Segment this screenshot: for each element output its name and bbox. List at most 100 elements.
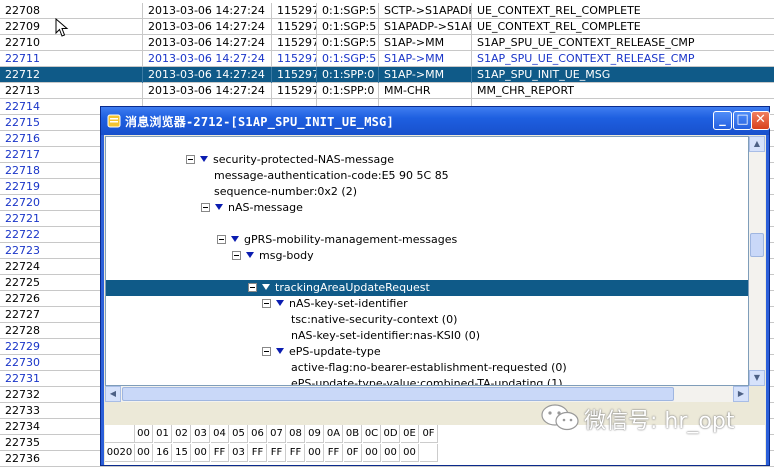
collapse-toggle-icon[interactable] bbox=[201, 203, 210, 212]
hex-column-header: 07 bbox=[268, 425, 286, 443]
table-cell-msg: MM_CHR_REPORT bbox=[477, 84, 575, 97]
tree-leaf-ksi-value[interactable]: nAS-key-set-identifier:nas-KSI0 (0) bbox=[291, 328, 480, 344]
hex-byte-cell[interactable]: 15 bbox=[173, 444, 191, 462]
hex-byte-cell[interactable]: FF bbox=[325, 444, 343, 462]
tree-node-gprs[interactable]: gPRS-mobility-management-messages bbox=[217, 232, 457, 248]
table-cell-msg: UE_CONTEXT_REL_COMPLETE bbox=[477, 20, 641, 33]
hex-column-header: 01 bbox=[154, 425, 172, 443]
tree-leaf-mac[interactable]: message-authentication-code:E5 90 5C 85 bbox=[214, 168, 449, 184]
hex-byte-cell[interactable]: 00 bbox=[401, 444, 419, 462]
table-cell-time: 2013-03-06 14:27:24 bbox=[143, 51, 272, 67]
table-cell-port: 0:1:SGP:5 bbox=[317, 51, 379, 67]
collapse-toggle-icon[interactable] bbox=[217, 235, 226, 244]
hex-byte-cell[interactable]: FF bbox=[211, 444, 229, 462]
hex-column-header: 0B bbox=[344, 425, 362, 443]
table-cell-msg: UE_CONTEXT_REL_COMPLETE bbox=[477, 4, 641, 17]
hex-column-header: 0C bbox=[363, 425, 381, 443]
tree-node-label: security-protected-NAS-message bbox=[213, 153, 394, 166]
table-cell-id: 22713 bbox=[0, 83, 143, 99]
table-cell-id: 22708 bbox=[0, 3, 143, 19]
expanded-arrow-icon bbox=[246, 252, 254, 258]
hex-column-header: 02 bbox=[173, 425, 191, 443]
table-cell-dir: S1AP->MM bbox=[379, 51, 472, 67]
close-button[interactable]: ✕ bbox=[751, 111, 770, 130]
horizontal-scroll-thumb[interactable] bbox=[122, 387, 674, 401]
hex-column-header: 0E bbox=[401, 425, 419, 443]
table-cell-port: 0:1:SGP:5 bbox=[317, 35, 379, 51]
minimize-button[interactable]: _ bbox=[713, 111, 732, 130]
tree-leaf-tsc[interactable]: tsc:native-security-context (0) bbox=[291, 312, 457, 328]
hex-byte-cell[interactable]: 00 bbox=[306, 444, 324, 462]
hex-byte-cell[interactable]: 00 bbox=[363, 444, 381, 462]
collapse-toggle-icon[interactable] bbox=[232, 251, 241, 260]
vertical-scroll-thumb[interactable] bbox=[750, 233, 764, 257]
hex-column-header: 00 bbox=[135, 425, 153, 443]
hex-column-header: 04 bbox=[211, 425, 229, 443]
table-row[interactable]: 227132013-03-06 14:27:24115297...0:1:SPP… bbox=[0, 83, 774, 99]
table-cell-msg: S1AP_SPU_UE_CONTEXT_RELEASE_CMP bbox=[477, 52, 695, 65]
tree-node-nas-ksi[interactable]: nAS-key-set-identifier bbox=[262, 296, 408, 312]
table-cell-id: 22712 bbox=[0, 67, 143, 83]
table-cell-time: 2013-03-06 14:27:24 bbox=[143, 35, 272, 51]
tree-leaf-eps-update-value[interactable]: ePS-update-type-value:combined-TA-updati… bbox=[291, 376, 563, 385]
hex-column-header: 09 bbox=[306, 425, 324, 443]
window-title-bar[interactable]: 消息浏览器-2712-[S1AP_SPU_INIT_UE_MSG] _ □ ✕ bbox=[101, 107, 770, 135]
mouse-cursor-icon bbox=[55, 18, 69, 37]
hex-byte-cell[interactable]: 00 bbox=[382, 444, 400, 462]
tree-leaf-active-flag[interactable]: active-flag:no-bearer-establishment-requ… bbox=[291, 360, 567, 376]
table-row[interactable]: 227112013-03-06 14:27:24115297...0:1:SGP… bbox=[0, 51, 774, 67]
collapse-toggle-icon[interactable] bbox=[186, 155, 195, 164]
expanded-arrow-icon bbox=[262, 284, 270, 290]
tree-node-tau-selected[interactable]: trackingAreaUpdateRequest bbox=[106, 280, 748, 296]
collapse-toggle-icon[interactable] bbox=[262, 347, 271, 356]
window-title: 消息浏览器-2712-[S1AP_SPU_INIT_UE_MSG] bbox=[125, 115, 394, 129]
expanded-arrow-icon bbox=[200, 156, 208, 162]
table-cell-dir: S1AP->MM bbox=[379, 35, 472, 51]
table-cell-time: 2013-03-06 14:27:24 bbox=[143, 3, 272, 19]
table-cell-port: 0:1:SPP:0 bbox=[317, 67, 379, 83]
scroll-down-icon[interactable]: ▼ bbox=[749, 370, 765, 386]
table-row-selected[interactable]: 227122013-03-06 14:27:24115297...0:1:SPP… bbox=[0, 67, 774, 83]
tree-node-nas-message[interactable]: nAS-message bbox=[201, 200, 303, 216]
table-cell-tx: 115297... bbox=[272, 35, 317, 51]
hex-byte-cell[interactable]: FF bbox=[249, 444, 267, 462]
hex-column-header: 06 bbox=[249, 425, 267, 443]
scroll-left-icon[interactable]: ◀ bbox=[105, 386, 121, 402]
table-cell-msg: S1AP_SPU_INIT_UE_MSG bbox=[477, 68, 611, 81]
table-cell-time: 2013-03-06 14:27:24 bbox=[143, 83, 272, 99]
hex-byte-cell[interactable]: FF bbox=[287, 444, 305, 462]
table-cell-tx: 115297... bbox=[272, 83, 317, 99]
hex-byte-cell[interactable]: 00 bbox=[135, 444, 153, 462]
hex-byte-cell[interactable] bbox=[420, 444, 438, 462]
table-row[interactable]: 227102013-03-06 14:27:24115297...0:1:SGP… bbox=[0, 35, 774, 51]
tree-node-eps-update-type[interactable]: ePS-update-type bbox=[262, 344, 381, 360]
tree-node-security-protected[interactable]: security-protected-NAS-message bbox=[186, 152, 394, 168]
hex-byte-cell[interactable]: 03 bbox=[230, 444, 248, 462]
hex-column-header: 08 bbox=[287, 425, 305, 443]
tree-node-label: nAS-key-set-identifier bbox=[289, 297, 408, 310]
table-cell-dir: MM-CHR bbox=[379, 83, 472, 99]
hex-byte-cell[interactable]: FF bbox=[268, 444, 286, 462]
table-cell-msg: S1AP_SPU_UE_CONTEXT_RELEASE_CMP bbox=[477, 36, 695, 49]
collapse-toggle-icon[interactable] bbox=[262, 299, 271, 308]
table-cell-tx: 115297... bbox=[272, 3, 317, 19]
table-cell-port: 0:1:SGP:5 bbox=[317, 3, 379, 19]
table-cell-dir: SCTP->S1APADP bbox=[379, 3, 472, 19]
table-row[interactable]: 227082013-03-06 14:27:24115297...0:1:SGP… bbox=[0, 3, 774, 19]
maximize-button[interactable]: □ bbox=[733, 111, 752, 130]
table-cell-id: 22710 bbox=[0, 35, 143, 51]
table-cell-time: 2013-03-06 14:27:24 bbox=[143, 19, 272, 35]
expanded-arrow-icon bbox=[276, 348, 284, 354]
table-cell-id: 22711 bbox=[0, 51, 143, 67]
collapse-toggle-icon[interactable] bbox=[248, 283, 257, 292]
scroll-up-icon[interactable]: ▲ bbox=[749, 136, 765, 152]
tree-node-msg-body[interactable]: msg-body bbox=[232, 248, 314, 264]
table-cell-port: 0:1:SGP:5 bbox=[317, 19, 379, 35]
table-row[interactable]: 227092013-03-06 14:27:24115297...0:1:SGP… bbox=[0, 19, 774, 35]
hex-byte-cell[interactable]: 00 bbox=[192, 444, 210, 462]
table-cell-port: 0:1:SPP:0 bbox=[317, 83, 379, 99]
tree-leaf-sequence-number[interactable]: sequence-number:0x2 (2) bbox=[214, 184, 357, 200]
hex-byte-cell[interactable]: 0F bbox=[344, 444, 362, 462]
hex-byte-cell[interactable]: 16 bbox=[154, 444, 172, 462]
tree-vertical-scrollbar[interactable]: ▲ ▼ bbox=[749, 136, 765, 386]
